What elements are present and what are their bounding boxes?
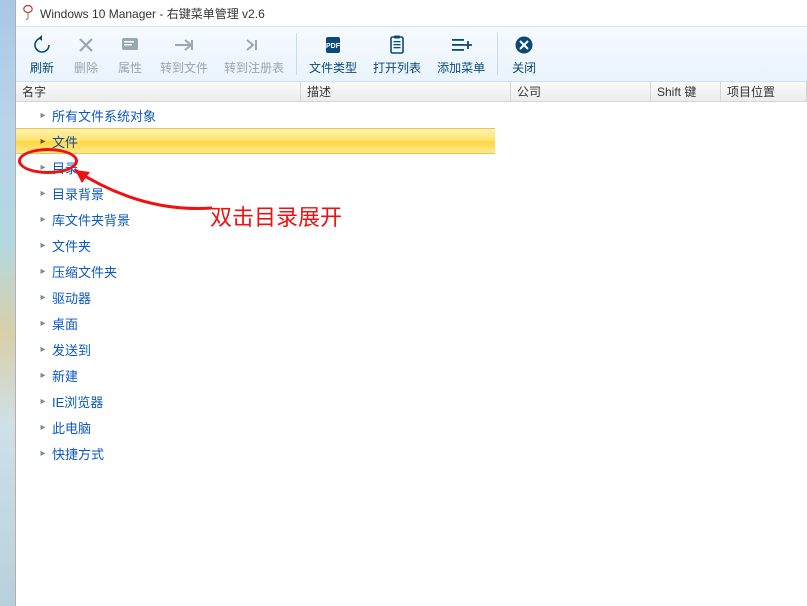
expand-caret-icon: ▸ xyxy=(38,344,48,355)
add-menu-button[interactable]: 添加菜单 xyxy=(429,27,493,81)
properties-label: 属性 xyxy=(118,59,142,76)
tree-item-label: 文件 xyxy=(52,132,78,151)
app-window: Windows 10 Manager - 右键菜单管理 v2.6 刷新 删除 属… xyxy=(15,0,807,606)
tree-item[interactable]: ▸ 文件夹 xyxy=(16,232,495,258)
properties-button[interactable]: 属性 xyxy=(108,27,152,81)
tree-item-label: 文件夹 xyxy=(52,236,91,255)
tree-item[interactable]: ▸ 桌面 xyxy=(16,310,495,336)
toolbar: 刷新 删除 属性 转到文件 转到注册表 xyxy=(16,26,807,82)
tree-item[interactable]: ▸ 目录背景 xyxy=(16,180,495,206)
tree-item[interactable]: ▸ 快捷方式 xyxy=(16,440,495,466)
column-headers: 名字 描述 公司 Shift 键 项目位置 xyxy=(16,82,807,102)
open-list-label: 打开列表 xyxy=(373,59,421,76)
expand-caret-icon: ▸ xyxy=(38,162,48,173)
refresh-button[interactable]: 刷新 xyxy=(20,27,64,81)
refresh-label: 刷新 xyxy=(30,59,54,76)
open-list-button[interactable]: 打开列表 xyxy=(365,27,429,81)
goto-file-button[interactable]: 转到文件 xyxy=(152,27,216,81)
window-title: Windows 10 Manager - 右键菜单管理 v2.6 xyxy=(40,5,265,22)
tree-item[interactable]: ▸ 此电脑 xyxy=(16,414,495,440)
expand-caret-icon: ▸ xyxy=(38,396,48,407)
toolbar-separator xyxy=(497,33,498,75)
col-position[interactable]: 项目位置 xyxy=(721,82,807,101)
open-list-icon xyxy=(385,33,409,57)
tree-item[interactable]: ▸ 库文件夹背景 xyxy=(16,206,495,232)
expand-caret-icon: ▸ xyxy=(38,370,48,381)
tree-item[interactable]: ▸ 驱动器 xyxy=(16,284,495,310)
svg-text:PDF: PDF xyxy=(326,43,341,50)
expand-caret-icon: ▸ xyxy=(38,110,48,121)
filetype-icon: PDF xyxy=(321,33,345,57)
tree-item[interactable]: ▸ 文件 xyxy=(16,128,495,154)
tree-item-label: 新建 xyxy=(52,366,78,385)
expand-caret-icon: ▸ xyxy=(38,214,48,225)
tree-item-label: 此电脑 xyxy=(52,418,91,437)
goto-reg-label: 转到注册表 xyxy=(224,59,284,76)
expand-caret-icon: ▸ xyxy=(38,240,48,251)
delete-icon xyxy=(74,33,98,57)
properties-icon xyxy=(118,33,142,57)
goto-file-label: 转到文件 xyxy=(160,59,208,76)
expand-caret-icon: ▸ xyxy=(38,422,48,433)
close-icon xyxy=(512,33,536,57)
tree-item-label: 目录背景 xyxy=(52,184,104,203)
expand-caret-icon: ▸ xyxy=(38,292,48,303)
tree-item-label: IE浏览器 xyxy=(52,392,103,411)
filetype-label: 文件类型 xyxy=(309,59,357,76)
tree-item-label: 库文件夹背景 xyxy=(52,210,130,229)
col-name[interactable]: 名字 xyxy=(16,82,301,101)
tree-item-label: 压缩文件夹 xyxy=(52,262,117,281)
tree-item-label: 驱动器 xyxy=(52,288,91,307)
tree-item[interactable]: ▸ IE浏览器 xyxy=(16,388,495,414)
goto-reg-button[interactable]: 转到注册表 xyxy=(216,27,292,81)
tree-item[interactable]: ▸ 目录 xyxy=(16,154,495,180)
goto-file-icon xyxy=(172,33,196,57)
expand-caret-icon: ▸ xyxy=(38,448,48,459)
tree-item-label: 所有文件系统对象 xyxy=(52,106,156,125)
delete-button[interactable]: 删除 xyxy=(64,27,108,81)
tree-item-label: 桌面 xyxy=(52,314,78,333)
refresh-icon xyxy=(30,33,54,57)
toolbar-separator xyxy=(296,33,297,75)
tree-item[interactable]: ▸ 所有文件系统对象 xyxy=(16,102,495,128)
titlebar[interactable]: Windows 10 Manager - 右键菜单管理 v2.6 xyxy=(16,0,807,26)
add-menu-icon xyxy=(449,33,473,57)
add-menu-label: 添加菜单 xyxy=(437,59,485,76)
tree-item-label: 快捷方式 xyxy=(52,444,104,463)
tree-item[interactable]: ▸ 新建 xyxy=(16,362,495,388)
filetype-button[interactable]: PDF 文件类型 xyxy=(301,27,365,81)
close-button[interactable]: 关闭 xyxy=(502,27,546,81)
tree-item[interactable]: ▸ 压缩文件夹 xyxy=(16,258,495,284)
close-label: 关闭 xyxy=(512,59,536,76)
expand-caret-icon: ▸ xyxy=(38,318,48,329)
app-icon xyxy=(22,5,34,21)
expand-caret-icon: ▸ xyxy=(38,188,48,199)
expand-caret-icon: ▸ xyxy=(38,266,48,277)
col-shift[interactable]: Shift 键 xyxy=(651,82,721,101)
col-desc[interactable]: 描述 xyxy=(301,82,511,101)
tree-item-label: 目录 xyxy=(52,158,78,177)
tree-item-label: 发送到 xyxy=(52,340,91,359)
goto-reg-icon xyxy=(242,33,266,57)
desktop-background-sliver xyxy=(0,0,15,606)
delete-label: 删除 xyxy=(74,59,98,76)
col-company[interactable]: 公司 xyxy=(511,82,651,101)
tree-list: ▸ 所有文件系统对象 ▸ 文件 ▸ 目录 ▸ 目录背景 ▸ 库文件夹背景 ▸ 文件夹 ▸ 压缩文件夹 ▸ 驱动… xyxy=(16,102,807,606)
expand-caret-icon: ▸ xyxy=(38,136,48,147)
tree-item[interactable]: ▸ 发送到 xyxy=(16,336,495,362)
